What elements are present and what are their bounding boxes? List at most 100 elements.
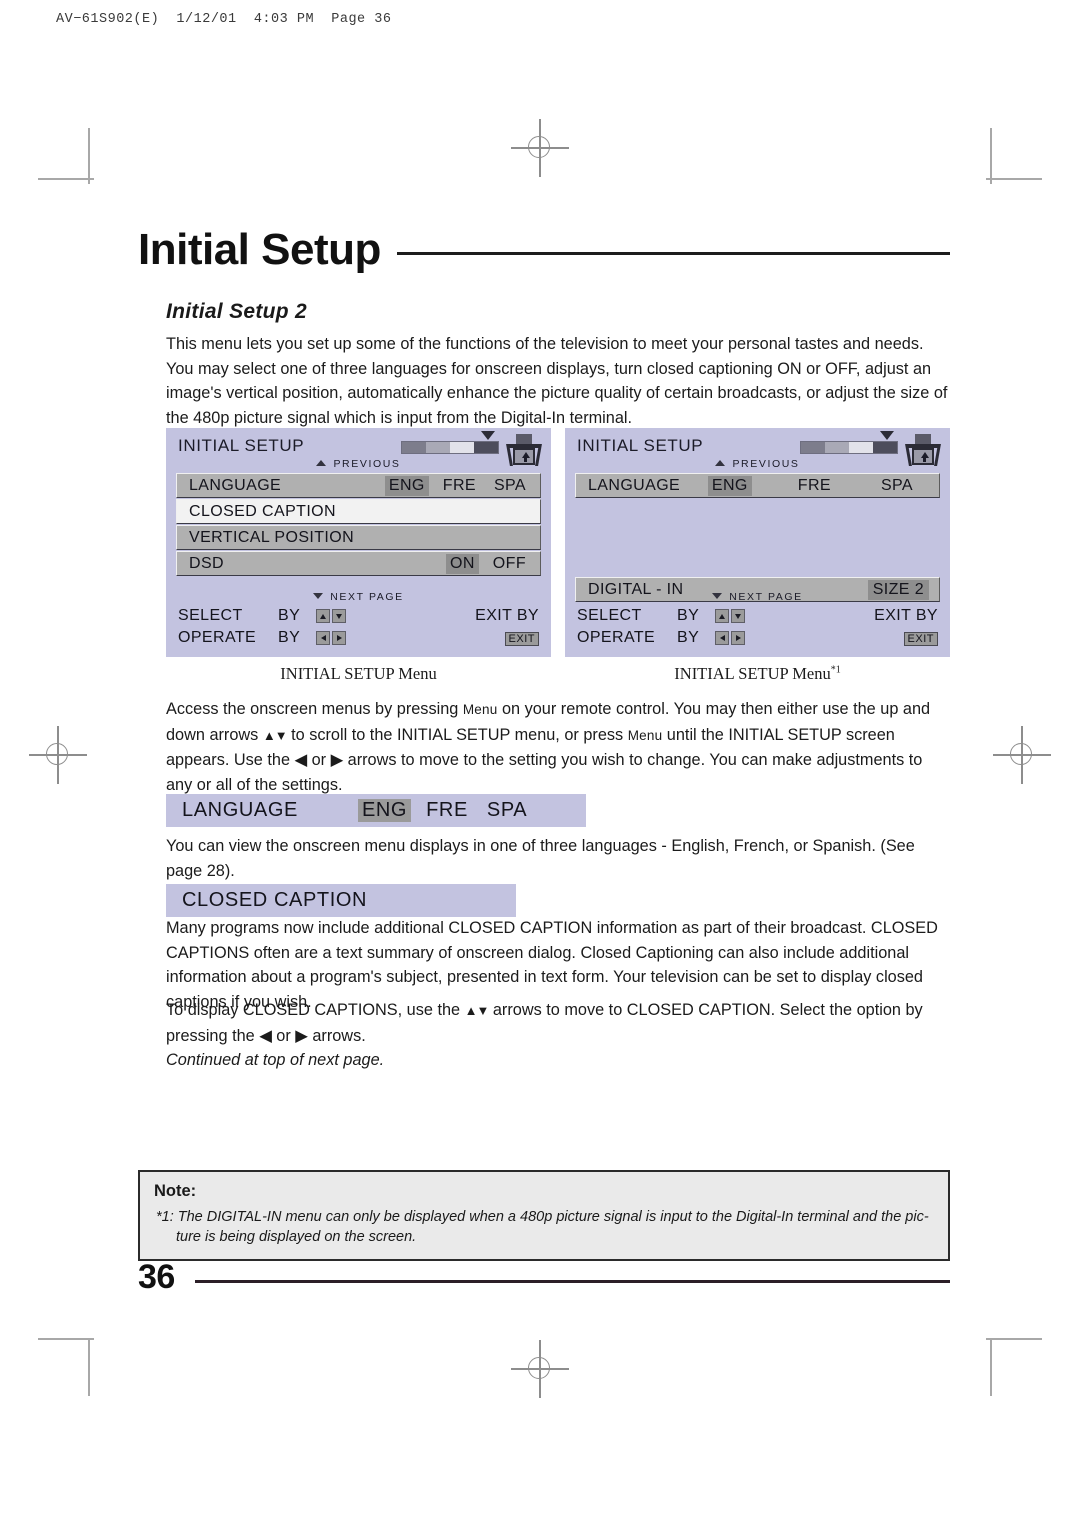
osd-exit-label: EXIT BY [475,607,539,624]
crop-mark-top-right-horizontal [986,178,1042,180]
menu-key-label: Menu [627,727,663,743]
osd-footer-select-row: SELECT BY EXIT BY [577,605,938,627]
section-banner-language: LANGUAGE ENG FRE SPA [166,794,586,827]
osd-level-bar [800,441,898,454]
registration-horizontal-line [29,754,87,756]
osd-option-eng[interactable]: ENG [384,475,429,496]
osd-row-language[interactable]: LANGUAGE ENG FRE SPA [575,473,940,498]
figure-caption-1: INITIAL SETUP Menu [166,657,551,684]
osd-footer: SELECT BY EXIT BY OPERATE BY EXIT [577,605,938,649]
osd-by-label: BY [278,607,301,624]
osd-exit-chip-wrap: EXIT [504,629,539,647]
osd-screen-initial-setup: INITIAL SETUP PREVIOUS LANGUAGE ENG FRE … [166,428,551,657]
osd-select-label: SELECT [577,607,642,624]
level-segment-4 [474,442,498,453]
osd-row-options: ENG FRE SPA [707,474,917,497]
figure-caption-text: INITIAL SETUP Menu [674,664,831,683]
note-box: Note: *1: The DIGITAL-IN menu can only b… [138,1170,950,1261]
triangle-down-icon [712,593,723,600]
osd-row-label: CLOSED CAPTION [189,502,336,520]
triangle-down-icon [313,593,324,600]
banner-option-eng: ENG [357,799,412,822]
note-line-1: *1: The DIGITAL-IN menu can only be disp… [156,1209,929,1225]
osd-row-closed-caption[interactable]: CLOSED CAPTION [176,499,541,524]
arrow-left-button-icon[interactable] [715,631,729,645]
arrow-up-button-icon[interactable] [715,609,729,623]
osd-row-language[interactable]: LANGUAGE ENG FRE SPA [176,473,541,498]
osd-row-vertical-position[interactable]: VERTICAL POSITION [176,525,541,550]
level-segment-1 [801,442,825,453]
registration-horizontal-line [511,1368,569,1370]
registration-horizontal-line [511,147,569,149]
level-segment-1 [402,442,426,453]
section-banner-closed-caption: CLOSED CAPTION [166,884,516,917]
osd-figure-1: INITIAL SETUP PREVIOUS LANGUAGE ENG FRE … [166,428,551,684]
arrow-right-button-icon[interactable] [332,631,346,645]
osd-next-page-label: NEXT PAGE [729,591,803,603]
exit-button-chip[interactable]: EXIT [903,632,938,646]
cc-text-4: arrows. [307,1026,366,1045]
osd-by-label: BY [677,629,700,646]
osd-option-off[interactable]: OFF [489,554,530,574]
banner-options-language: ENG FRE SPA [357,799,531,822]
osd-by-label: BY [677,607,700,624]
arrow-up-down-icon: ▲▼ [262,727,288,743]
access-text-5: or [307,751,331,769]
osd-row-list: LANGUAGE ENG FRE SPA DIGITAL - IN SIZE 2 [575,473,940,603]
chapter-header: Initial Setup [138,228,950,272]
note-title: Note: [154,1182,197,1200]
continued-notice: Continued at top of next page. [166,1051,385,1069]
osd-next-page-indicator: NEXT PAGE [166,591,551,603]
osd-option-fre[interactable]: FRE [439,476,480,496]
closed-caption-paragraph-2: To display CLOSED CAPTIONS, use the ▲▼ a… [166,998,950,1048]
osd-row-spacer [575,525,940,550]
arrow-down-button-icon[interactable] [332,609,346,623]
osd-row-label: DSD [189,554,224,572]
print-header: AV−61S902(E) 1/12/01 4:03 PM Page 36 [56,12,392,27]
osd-by-label: BY [278,629,301,646]
osd-row-spacer [575,551,940,576]
registration-mark-left [27,724,89,786]
tv-top [516,434,532,444]
figure-caption-text: INITIAL SETUP Menu [280,664,437,683]
osd-previous-label: PREVIOUS [732,458,800,470]
note-line-2: ture is being displayed on the screen. [176,1229,417,1245]
osd-row-spacer [575,499,940,524]
crop-mark-bottom-right-horizontal [986,1338,1042,1340]
osd-previous-label: PREVIOUS [333,458,401,470]
osd-exit-label: EXIT BY [874,607,938,624]
osd-select-label: SELECT [178,607,243,624]
arrow-up-button-icon[interactable] [316,609,330,623]
osd-next-page-indicator: NEXT PAGE [565,591,950,603]
level-segment-3 [849,442,873,453]
osd-option-fre[interactable]: FRE [794,476,835,496]
arrow-left-icon: ◀ [294,751,308,769]
crop-mark-bottom-left-horizontal [38,1338,94,1340]
tv-top [915,434,931,444]
osd-previous-indicator: PREVIOUS [565,458,950,470]
arrow-left-button-icon[interactable] [316,631,330,645]
registration-mark-top [509,117,571,179]
osd-option-eng[interactable]: ENG [707,475,752,496]
arrow-right-icon: ▶ [295,1026,308,1045]
cc-text-1: To display CLOSED CAPTIONS, use the [166,1001,465,1019]
triangle-up-icon [316,460,327,467]
triangle-up-icon [715,460,726,467]
osd-next-page-label: NEXT PAGE [330,591,404,603]
osd-title: INITIAL SETUP [577,436,704,455]
osd-option-spa[interactable]: SPA [877,476,917,496]
cc-text-3: or [271,1026,296,1045]
menu-key-label: Menu [462,702,498,717]
osd-footer-operate-row: OPERATE BY EXIT [577,627,938,649]
osd-row-label: LANGUAGE [588,476,681,494]
osd-option-spa[interactable]: SPA [490,476,530,496]
figure-caption-2: INITIAL SETUP Menu*1 [565,657,950,684]
registration-mark-bottom [509,1338,571,1400]
exit-button-chip[interactable]: EXIT [504,632,539,646]
title-rule [396,251,950,255]
section-subheading: Initial Setup 2 [166,300,308,323]
osd-row-dsd[interactable]: DSD ON OFF [176,551,541,576]
arrow-down-button-icon[interactable] [731,609,745,623]
osd-option-on[interactable]: ON [445,553,479,574]
arrow-right-button-icon[interactable] [731,631,745,645]
